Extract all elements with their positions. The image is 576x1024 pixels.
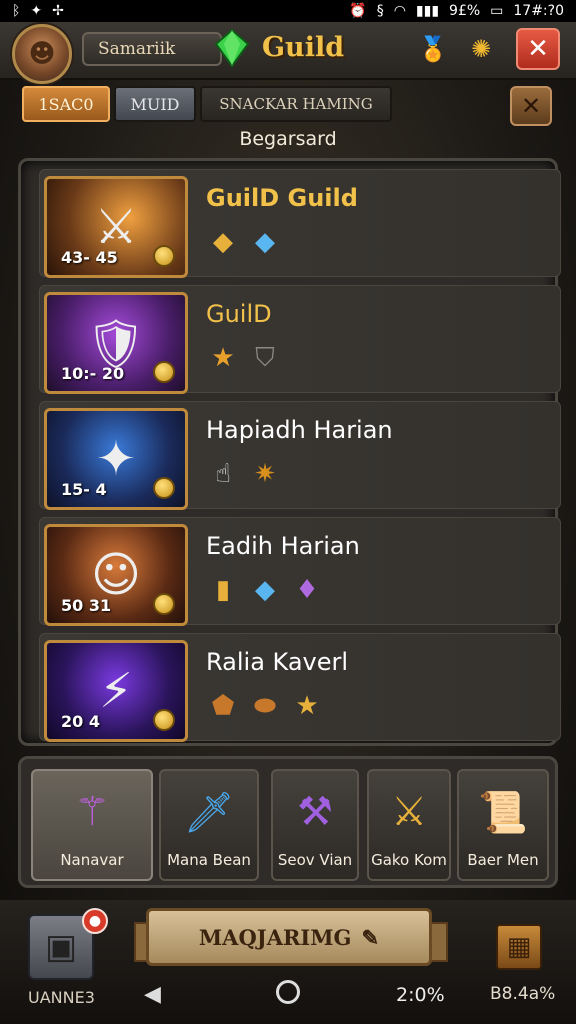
item-label: Nanavar	[60, 851, 124, 869]
tab-2[interactable]: MUID	[114, 86, 196, 122]
gold-star-icon: ★	[295, 691, 319, 721]
purple-staff-icon: ⚚	[74, 789, 110, 835]
coin-icon	[153, 477, 175, 499]
scroll-icon: ✎	[361, 924, 380, 950]
medal-icon[interactable]: 🏅	[414, 30, 452, 68]
list-item[interactable]: ✦ 15- 4 Hapiadh Harian ☝ ✷	[39, 401, 561, 510]
crate-icon[interactable]: ▦	[496, 924, 542, 970]
tab-3[interactable]: SNACKAR HAMING	[200, 86, 392, 122]
level-range: 20 4	[61, 712, 100, 731]
item-card[interactable]: ⚒ Seov Vian	[271, 769, 359, 881]
home-nav-button[interactable]	[276, 980, 300, 1004]
hero-face-icon: ☻	[28, 39, 56, 69]
close-button[interactable]: ✕	[516, 28, 560, 70]
close-icon: ✕	[520, 92, 542, 120]
alarm-icon: ⏰	[349, 3, 367, 19]
player-avatar[interactable]: ☻	[12, 24, 72, 84]
row-thumbnail: ⚡ 20 4	[44, 640, 188, 742]
bottom-nav: ▣ ● UANNE3 MAQJARIMG ✎ ◀ 2:0% ▦ B8.4a%	[0, 900, 576, 1024]
scroll-chest-icon: 📜	[478, 789, 528, 836]
fan-icon: ✢	[52, 3, 64, 19]
star-badge-icon: ★	[211, 343, 235, 373]
row-thumbnail: ✦ 15- 4	[44, 408, 188, 510]
list-item[interactable]: ⚔ 43- 45 GuilD Guild ◆ ◆	[39, 169, 561, 278]
item-card[interactable]: ⚔ Gako Kom	[367, 769, 451, 881]
row-thumbnail: ☺ 50 31	[44, 524, 188, 626]
blue-gem-icon: ◆	[255, 575, 275, 605]
blue-crystal-blade-icon: 🗡	[183, 789, 235, 836]
level-range: 15- 4	[61, 480, 107, 499]
nav-left-label: UANNE3	[28, 988, 95, 1007]
level-range: 50 31	[61, 596, 112, 615]
purple-axe-icon: ⚒	[297, 789, 333, 835]
tab-bar: 1SAC0 MUID SNACKAR HAMING	[22, 86, 394, 124]
level-range: 10:- 20	[61, 364, 125, 383]
row-title: Ralia Kaverl	[206, 648, 349, 676]
status-bar: ᛒ ✦ ✢ ⏰ § ◠ ▮▮▮ 9£% ▭ 17#:?0	[0, 0, 576, 22]
coin-icon	[153, 245, 175, 267]
reward-icons: ◆ ◆	[206, 224, 282, 260]
tab-1[interactable]: 1SAC0	[22, 86, 110, 122]
copper-gem-icon: ⬟	[211, 691, 235, 721]
item-label: Seov Vian	[277, 851, 353, 869]
level-range: 43- 45	[61, 248, 118, 267]
row-title: Eadih Harian	[206, 532, 360, 560]
battery-text: 9£%	[449, 3, 481, 19]
row-title: GuilD Guild	[206, 184, 358, 212]
guild-list-panel: ⚔ 43- 45 GuilD Guild ◆ ◆ 🛡 10:- 20 GuilD…	[18, 158, 561, 746]
close-icon: ✕	[527, 34, 549, 64]
reward-icons: ☝ ✷	[206, 456, 282, 492]
section-subtitle: Begarsard	[239, 128, 337, 150]
row-title: Hapiadh Harian	[206, 416, 393, 444]
player-name: Samariik	[98, 39, 176, 59]
shield-badge-icon: ⛉	[255, 342, 275, 373]
coin-icon	[153, 709, 175, 731]
wifi-icon: ◠	[393, 3, 406, 19]
close-tab-button[interactable]: ✕	[510, 86, 552, 126]
list-item[interactable]: ☺ 50 31 Eadih Harian ▮ ◆ ♦	[39, 517, 561, 626]
clock: 17#:?0	[513, 3, 564, 19]
item-card[interactable]: ⚚ Nanavar	[31, 769, 153, 881]
gold-gem-icon: ◆	[213, 227, 233, 257]
coin-icon	[153, 361, 175, 383]
sun-badge-icon[interactable]: ✺	[462, 30, 500, 68]
gear-star-icon: ✷	[254, 459, 276, 489]
row-thumbnail: 🛡 10:- 20	[44, 292, 188, 394]
item-label: Gako Kom	[371, 851, 447, 869]
item-label: Mana Bean	[167, 851, 251, 869]
items-panel: ⚚ Nanavar 🗡 Mana Bean ⚒ Seov Vian ⚔ Gako…	[18, 756, 558, 888]
copper-gem-icon: ⬬	[253, 690, 277, 721]
gold-bar-icon: ▮	[215, 575, 231, 605]
item-card[interactable]: 📜 Baer Men	[457, 769, 549, 881]
manage-banner-button[interactable]: MAQJARIMG ✎	[146, 908, 432, 966]
nav-percent: 2:0%	[396, 984, 445, 1006]
sparkle-icon: ✦	[30, 3, 43, 19]
reward-icons: ▮ ◆ ♦	[206, 572, 324, 608]
coin-icon	[153, 593, 175, 615]
page-title: Guild	[262, 32, 345, 63]
battery-icon: ▭	[490, 3, 504, 19]
purple-gem-icon: ♦	[295, 575, 319, 605]
back-nav-button[interactable]: ◀	[144, 982, 161, 1007]
bluetooth-icon: ᛒ	[12, 3, 21, 19]
list-item[interactable]: ⚡ 20 4 Ralia Kaverl ⬟ ⬬ ★	[39, 633, 561, 742]
reward-icons: ★ ⛉	[206, 340, 282, 376]
gold-sword-icon: ⚔	[391, 789, 427, 835]
top-bar: ☻ Samariik Guild 🏅 ✺ ✕	[0, 22, 576, 84]
signal-icon: ▮▮▮	[415, 3, 440, 19]
blue-gem-icon: ◆	[255, 227, 275, 257]
nav-right-label: B8.4a%	[490, 984, 556, 1004]
hand-cursor-icon: ☝	[215, 459, 231, 489]
banner-label: MAQJARIMG	[198, 924, 352, 950]
vibrate-icon: §	[376, 3, 384, 19]
item-label: Baer Men	[467, 851, 539, 869]
green-gem-icon	[214, 28, 250, 68]
reward-icons: ⬟ ⬬ ★	[206, 688, 324, 724]
list-item[interactable]: 🛡 10:- 20 GuilD ★ ⛉	[39, 285, 561, 394]
row-title: GuilD	[206, 300, 272, 328]
item-card[interactable]: 🗡 Mana Bean	[159, 769, 259, 881]
row-thumbnail: ⚔ 43- 45	[44, 176, 188, 278]
player-name-box[interactable]: Samariik	[82, 32, 222, 66]
notification-badge: ●	[82, 908, 108, 934]
